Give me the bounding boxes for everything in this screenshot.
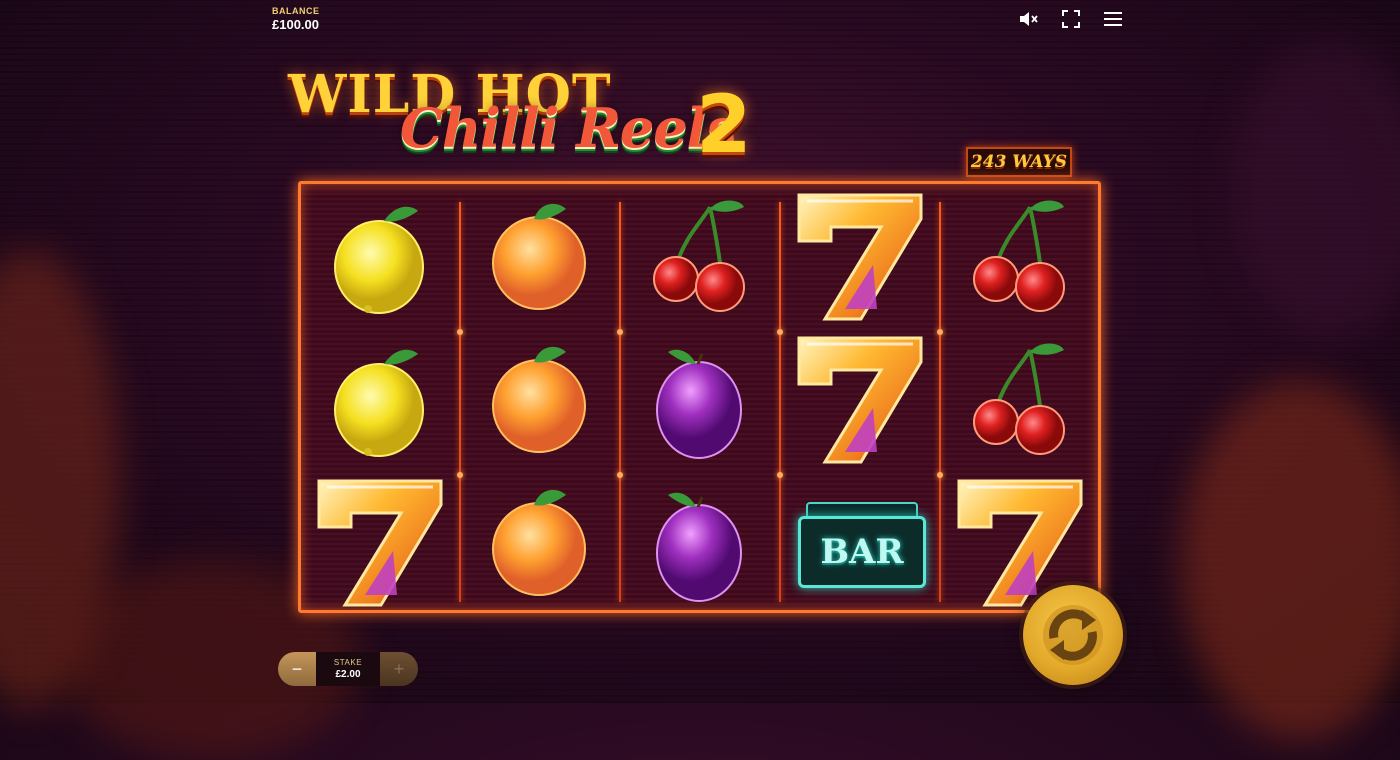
spin-arrows-icon	[1043, 605, 1103, 665]
balance-value: £100.00	[272, 17, 319, 32]
reel-divider	[619, 202, 621, 602]
bar-label: BAR	[820, 532, 904, 572]
menu-icon[interactable]	[1102, 8, 1124, 30]
reel-3-symbol-cherry	[624, 188, 774, 326]
reel-2-symbol-orange	[464, 474, 614, 612]
game-logo: WILD HOT Chilli Reels 2	[288, 62, 758, 180]
stake-display: STAKE £2.00	[316, 652, 380, 686]
stake-increase-button[interactable]: +	[380, 652, 418, 686]
reel-4-symbol-seven	[784, 188, 934, 326]
reel-divider	[459, 202, 461, 602]
reel-4-symbol-bar: BAR	[784, 474, 934, 612]
mute-icon[interactable]	[1018, 8, 1040, 30]
logo-line2: Chilli Reels	[400, 96, 737, 160]
reel-divider-dot	[617, 472, 623, 478]
fullscreen-icon[interactable]	[1060, 8, 1082, 30]
reel-1-symbol-seven	[304, 474, 454, 612]
reel-5-symbol-cherry	[944, 188, 1094, 326]
ways-badge: 243 WAYS	[966, 147, 1072, 177]
reel-4-symbol-seven	[784, 331, 934, 469]
stake-decrease-button[interactable]: −	[278, 652, 316, 686]
reel-divider-dot	[777, 329, 783, 335]
reel-3-symbol-plum	[624, 474, 774, 612]
reel-grid: BAR	[298, 181, 1101, 613]
reel-2-symbol-orange	[464, 331, 614, 469]
background-flame	[1180, 380, 1400, 740]
reel-divider-dot	[777, 472, 783, 478]
stake-control: − STAKE £2.00 +	[278, 652, 418, 686]
reel-divider	[779, 202, 781, 602]
reel-5-symbol-cherry	[944, 331, 1094, 469]
balance-label: BALANCE	[272, 6, 320, 16]
spin-button[interactable]	[1023, 585, 1123, 685]
logo-number: 2	[696, 78, 752, 171]
reel-2-symbol-orange	[464, 188, 614, 326]
reel-1-symbol-lemon	[304, 188, 454, 326]
reel-divider-dot	[937, 472, 943, 478]
reel-1-symbol-lemon	[304, 331, 454, 469]
reel-divider-dot	[937, 329, 943, 335]
top-toolbar	[1018, 8, 1124, 30]
reel-divider-dot	[457, 329, 463, 335]
balance-display: BALANCE £100.00	[272, 6, 320, 32]
reel-3-symbol-plum	[624, 331, 774, 469]
background-flame	[1230, 40, 1400, 340]
stake-value: £2.00	[335, 669, 361, 680]
reel-divider	[939, 202, 941, 602]
bar-symbol: BAR	[794, 502, 926, 588]
stake-label: STAKE	[333, 658, 363, 667]
reel-divider-dot	[617, 329, 623, 335]
reel-divider-dot	[457, 472, 463, 478]
